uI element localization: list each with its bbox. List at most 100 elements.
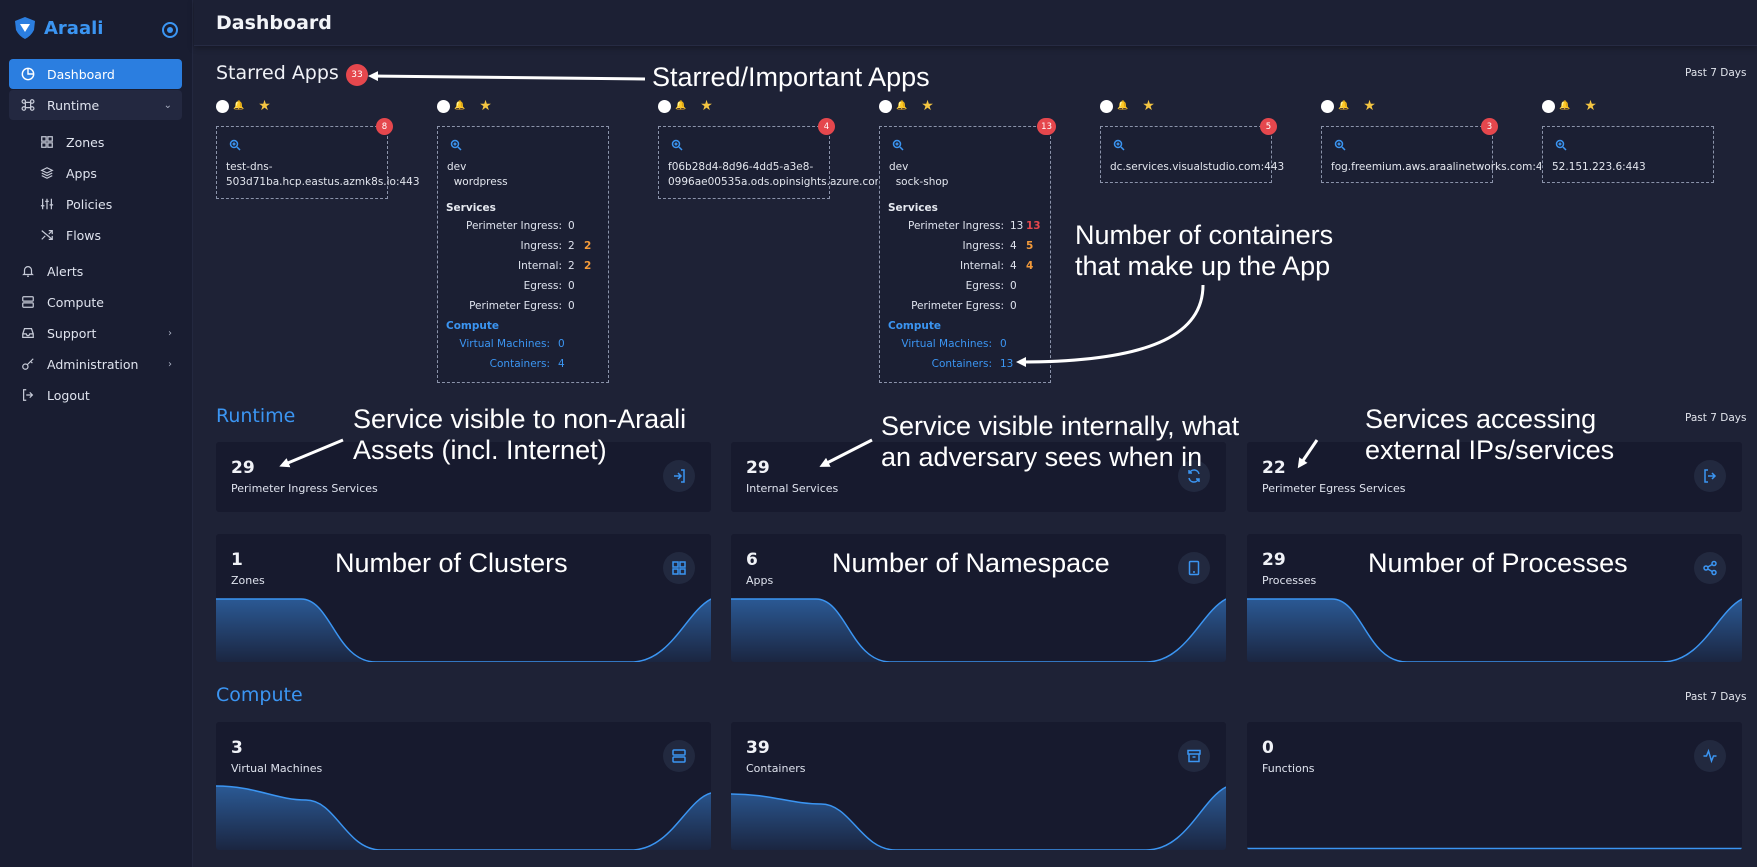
processes-sparkline	[1247, 598, 1742, 662]
sidebar-item-dashboard[interactable]: Dashboard	[9, 59, 182, 89]
star-icon[interactable]: ★	[479, 98, 492, 114]
topbar: Dashboard	[194, 0, 1757, 46]
compute-label: Virtual Machines:	[901, 338, 992, 350]
activity-icon	[1694, 740, 1726, 772]
service-label: Ingress:	[520, 240, 562, 252]
service-value: 0	[568, 300, 575, 312]
sidebar-item-runtime[interactable]: Runtime ⌄	[9, 90, 182, 120]
bell-icon[interactable]: 🔔	[675, 101, 686, 111]
brand-name: Araali	[44, 17, 104, 39]
command-icon	[21, 99, 35, 111]
key-icon	[22, 358, 34, 370]
vm-sparkline	[216, 785, 711, 850]
sidebar-item-label: Administration	[47, 356, 139, 372]
zoom-icon[interactable]	[1555, 139, 1567, 151]
star-icon[interactable]: ★	[1363, 98, 1376, 114]
toggle-icon[interactable]	[1542, 99, 1555, 113]
stat-value: 3	[231, 738, 243, 758]
sidebar-item-policies[interactable]: Policies	[28, 189, 178, 219]
sidebar-collapse-icon[interactable]	[162, 22, 178, 38]
service-label: Perimeter Ingress:	[907, 220, 1004, 232]
star-icon[interactable]: ★	[258, 98, 271, 114]
bell-icon[interactable]: 🔔	[1559, 101, 1570, 111]
sidebar: Araali Dashboard Runtime ⌄ Zones Apps Po…	[0, 0, 193, 867]
services-heading: Services	[446, 202, 496, 214]
star-icon[interactable]: ★	[1584, 98, 1597, 114]
logout-icon	[1694, 460, 1726, 492]
sidebar-item-apps[interactable]: Apps	[28, 158, 178, 188]
toggle-icon[interactable]	[658, 99, 671, 113]
zoom-icon[interactable]	[229, 139, 241, 151]
app-toggles: 🔔 ★	[1100, 98, 1155, 114]
star-icon[interactable]: ★	[1142, 98, 1155, 114]
service-delta: 4	[1026, 260, 1034, 272]
sidebar-item-alerts[interactable]: Alerts	[9, 256, 182, 286]
star-icon[interactable]: ★	[921, 98, 934, 114]
functions-sparkline	[1247, 847, 1742, 850]
toggle-icon[interactable]	[437, 99, 450, 113]
inbox-icon	[22, 328, 34, 338]
app-card[interactable]: 52.151.223.6:443	[1542, 126, 1714, 183]
bell-icon[interactable]: 🔔	[1117, 101, 1128, 111]
stat-value: 0	[1262, 738, 1274, 758]
service-label: Egress:	[523, 280, 562, 292]
brand[interactable]: Araali	[14, 16, 103, 40]
star-icon[interactable]: ★	[700, 98, 713, 114]
app-card[interactable]: test-dns- 503d71ba.hcp.eastus.azmk8s.io:4…	[216, 118, 420, 199]
sidebar-item-label: Flows	[66, 227, 102, 243]
service-label: Ingress:	[962, 240, 1004, 252]
app-toggles: 🔔 ★	[1542, 98, 1597, 114]
sidebar-item-label: Apps	[66, 165, 97, 181]
zoom-icon[interactable]	[892, 139, 904, 151]
app-card[interactable]: dev sock-shop 13 Services Perimeter Ingr…	[879, 118, 1056, 383]
sidebar-item-label: Compute	[47, 294, 105, 310]
stat-label: Functions	[1262, 762, 1315, 775]
sidebar-item-flows[interactable]: Flows	[28, 220, 178, 250]
stat-label: Perimeter Ingress Services	[231, 482, 378, 495]
service-label: Perimeter Egress:	[469, 300, 562, 312]
sidebar-item-logout[interactable]: Logout	[9, 380, 182, 410]
service-label: Egress:	[965, 280, 1004, 292]
stat-card-virtual-machines[interactable]: 3 Virtual Machines	[216, 722, 711, 850]
stat-value: 29	[746, 458, 770, 478]
tablet-icon	[1178, 552, 1210, 584]
zoom-icon[interactable]	[450, 139, 462, 151]
zoom-icon[interactable]	[1113, 139, 1125, 151]
bell-icon[interactable]: 🔔	[1338, 101, 1349, 111]
app-card[interactable]: fog.freemium.aws.araalinetworks.com:443 …	[1321, 118, 1541, 183]
service-label: Perimeter Ingress:	[465, 220, 562, 232]
service-label: Internal:	[959, 260, 1004, 272]
service-delta: 5	[1026, 240, 1034, 252]
compute-heading: Compute	[888, 320, 941, 332]
archive-icon	[1178, 740, 1210, 772]
service-value: 2	[568, 260, 575, 272]
bell-icon[interactable]: 🔔	[233, 101, 244, 111]
sidebar-item-label: Support	[47, 325, 97, 341]
toggle-icon[interactable]	[216, 99, 229, 113]
bell-icon[interactable]: 🔔	[896, 101, 907, 111]
annotation-namespace: Number of Namespace	[832, 548, 1110, 578]
sidebar-item-support[interactable]: Support ›	[9, 318, 182, 348]
compute-label: Containers:	[931, 358, 992, 370]
service-label: Perimeter Egress:	[911, 300, 1004, 312]
bell-icon[interactable]: 🔔	[454, 101, 465, 111]
app-toggles: 🔔 ★	[437, 98, 492, 114]
toggle-icon[interactable]	[1100, 99, 1113, 113]
compute-label: Virtual Machines:	[459, 338, 550, 350]
app-card[interactable]: dc.services.visualstudio.com:443 5	[1100, 118, 1284, 183]
sidebar-item-administration[interactable]: Administration ›	[9, 349, 182, 379]
grid-icon	[41, 136, 53, 148]
stat-card-containers[interactable]: 39 Containers	[731, 722, 1226, 850]
zoom-icon[interactable]	[671, 139, 683, 151]
zoom-icon[interactable]	[1334, 139, 1346, 151]
app-card[interactable]: f06b28d4-8d96-4dd5-a3e8- 0996ae00535a.ods…	[658, 118, 878, 199]
sidebar-item-zones[interactable]: Zones	[28, 127, 178, 157]
toggle-icon[interactable]	[879, 99, 892, 113]
toggle-icon[interactable]	[1321, 99, 1334, 113]
app-card[interactable]: dev wordpress Services Perimeter Ingress…	[437, 126, 609, 383]
stat-card-functions[interactable]: 0 Functions	[1247, 722, 1742, 850]
app-name: 52.151.223.6:443	[1552, 161, 1646, 173]
sidebar-item-compute[interactable]: Compute	[9, 287, 182, 317]
sidebar-item-label: Dashboard	[47, 66, 115, 82]
app-name: dev sock-shop	[889, 161, 949, 188]
